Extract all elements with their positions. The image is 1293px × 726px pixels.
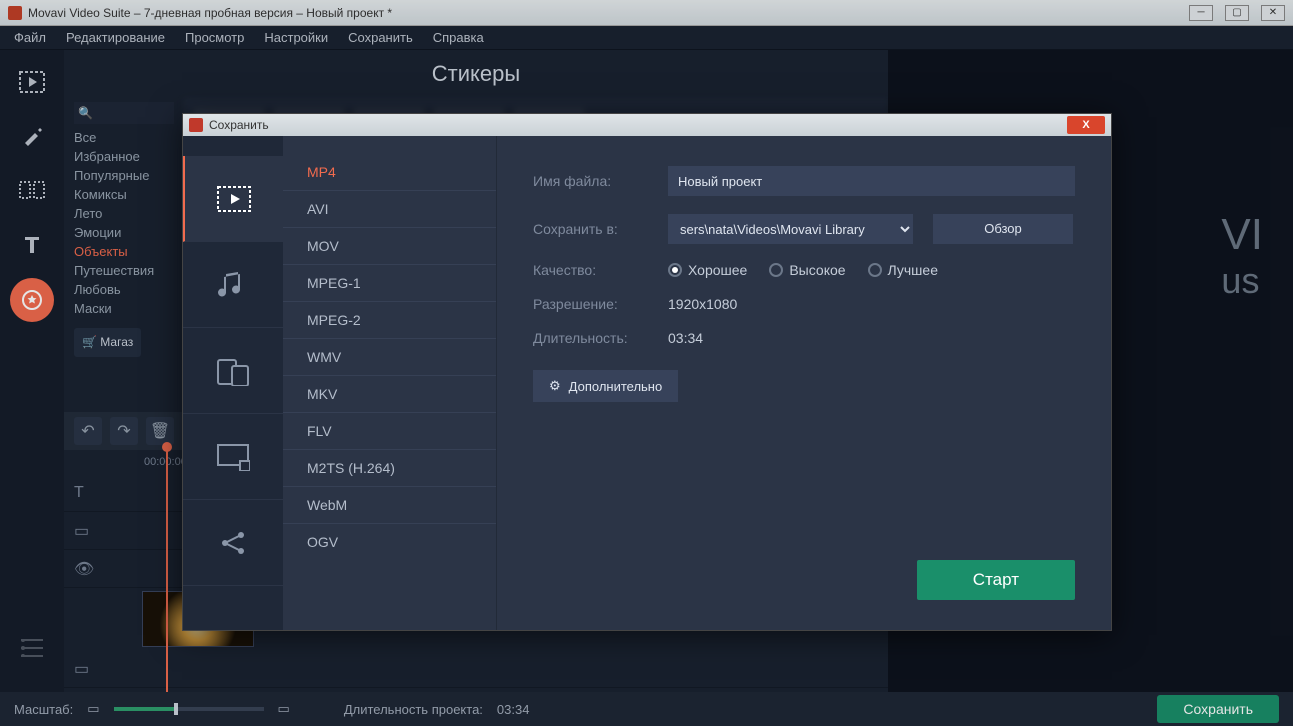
- format-list: MP4 AVI MOV MPEG-1 MPEG-2 WMV MKV FLV M2…: [283, 136, 497, 630]
- format-mov[interactable]: MOV: [283, 228, 496, 265]
- tab-video[interactable]: [183, 156, 283, 242]
- export-type-tabs: [183, 136, 283, 630]
- savein-label: Сохранить в:: [533, 221, 648, 237]
- tab-devices[interactable]: [183, 328, 283, 414]
- format-ogv[interactable]: OGV: [283, 524, 496, 560]
- format-flv[interactable]: FLV: [283, 413, 496, 450]
- advanced-button[interactable]: ⚙ Дополнительно: [533, 370, 678, 402]
- duration-label: Длительность:: [533, 330, 648, 346]
- browse-button[interactable]: Обзор: [933, 214, 1073, 244]
- dialog-close-button[interactable]: X: [1067, 116, 1105, 134]
- export-form: Имя файла: Сохранить в: sers\nata\Videos…: [497, 136, 1111, 630]
- resolution-label: Разрешение:: [533, 296, 648, 312]
- tab-share[interactable]: [183, 500, 283, 586]
- tab-audio[interactable]: [183, 242, 283, 328]
- format-mp4[interactable]: MP4: [283, 154, 496, 191]
- filename-input[interactable]: [668, 166, 1075, 196]
- filename-label: Имя файла:: [533, 173, 648, 189]
- duration-value-dialog: 03:34: [668, 330, 703, 346]
- gear-icon: ⚙: [549, 378, 561, 394]
- export-dialog: Сохранить X MP4 AVI MOV MP: [182, 113, 1112, 631]
- dialog-titlebar[interactable]: Сохранить X: [183, 114, 1111, 136]
- format-mkv[interactable]: MKV: [283, 376, 496, 413]
- format-mpeg1[interactable]: MPEG-1: [283, 265, 496, 302]
- format-mpeg2[interactable]: MPEG-2: [283, 302, 496, 339]
- tab-tv[interactable]: [183, 414, 283, 500]
- dialog-title: Сохранить: [209, 118, 269, 132]
- dialog-app-icon: [189, 118, 203, 132]
- start-export-button[interactable]: Старт: [917, 560, 1075, 600]
- resolution-value: 1920x1080: [668, 296, 737, 312]
- quality-high[interactable]: Высокое: [769, 262, 845, 278]
- quality-label: Качество:: [533, 262, 648, 278]
- format-webm[interactable]: WebM: [283, 487, 496, 524]
- format-wmv[interactable]: WMV: [283, 339, 496, 376]
- savein-select[interactable]: sers\nata\Videos\Movavi Library: [668, 214, 913, 244]
- quality-best[interactable]: Лучшее: [868, 262, 938, 278]
- format-avi[interactable]: AVI: [283, 191, 496, 228]
- quality-good[interactable]: Хорошее: [668, 262, 747, 278]
- format-m2ts[interactable]: M2TS (H.264): [283, 450, 496, 487]
